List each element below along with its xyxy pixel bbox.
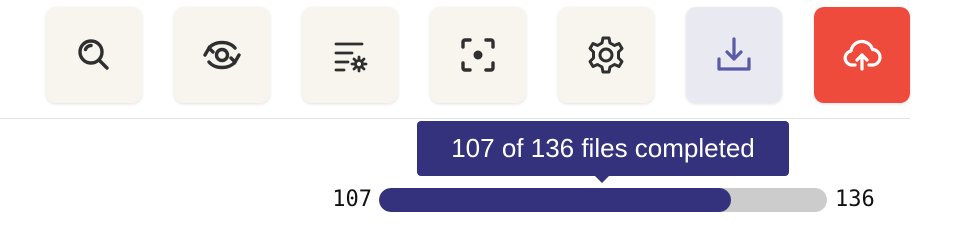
gear-icon (588, 36, 624, 74)
progress-fill (379, 188, 732, 212)
capture-button[interactable] (430, 7, 526, 103)
tooltip-arrow (594, 175, 610, 183)
progress-bar (379, 188, 827, 212)
preview-button[interactable] (174, 7, 270, 103)
upload-panel: 107 of 136 files completed 107 136 (0, 0, 958, 250)
upload-button[interactable] (814, 7, 910, 103)
focus-capture-icon (461, 38, 495, 72)
toolbar (0, 0, 958, 110)
search-icon (78, 39, 109, 70)
progress-tooltip: 107 of 136 files completed (417, 121, 789, 176)
divider (0, 118, 910, 119)
download-button[interactable] (686, 7, 782, 103)
search-button[interactable] (46, 7, 142, 103)
filter-settings-button[interactable] (302, 7, 398, 103)
cloud-upload-icon (843, 39, 882, 71)
completed-count: 107 (332, 187, 372, 212)
filter-settings-icon (334, 42, 368, 73)
total-count: 136 (835, 187, 875, 212)
download-icon (717, 37, 751, 71)
eye-refresh-icon (203, 40, 241, 70)
settings-button[interactable] (558, 7, 654, 103)
